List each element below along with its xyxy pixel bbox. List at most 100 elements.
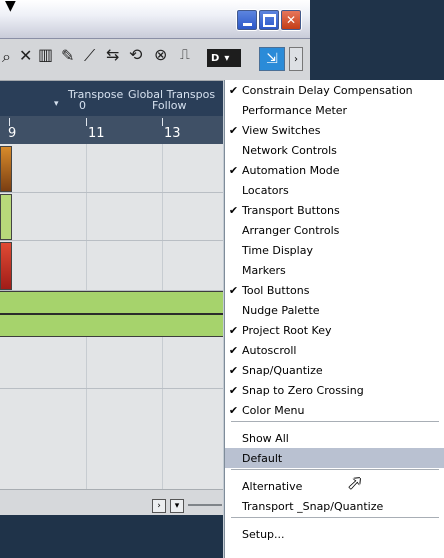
chevron-right-icon: ›: [157, 501, 161, 511]
scroll-right-button[interactable]: ›: [152, 499, 166, 513]
menu-item[interactable]: Default: [225, 448, 444, 468]
quantize-dropdown[interactable]: D ▾: [207, 49, 241, 67]
menu-item[interactable]: ✔ Constrain Delay Compensation: [225, 80, 444, 100]
transpose-dropdown-icon[interactable]: ▾: [54, 99, 59, 109]
menu-item[interactable]: ✔ Autoscroll: [225, 340, 444, 360]
erase-tool-icon[interactable]: ✕: [19, 46, 32, 65]
menu-item[interactable]: Setup...: [225, 524, 444, 544]
menu-item[interactable]: Performance Meter: [225, 100, 444, 120]
menu-item-label: Locators: [242, 183, 289, 197]
checkmark-icon: ✔: [228, 123, 239, 137]
menu-item[interactable]: Network Controls: [225, 140, 444, 160]
ruler-tick: [86, 118, 87, 126]
menu-item[interactable]: Transport _Snap/Quantize: [225, 496, 444, 516]
menu-item[interactable]: ✔ View Switches: [225, 120, 444, 140]
snap-to-grid-icon: ⇲: [266, 51, 278, 67]
mouse-cursor-icon: ➚: [347, 472, 363, 494]
checkmark-icon: ✔: [228, 383, 239, 397]
checkmark-icon: ✔: [228, 403, 239, 417]
menu-item-label: Network Controls: [242, 143, 337, 157]
snap-to-grid-button[interactable]: ⇲: [259, 47, 285, 71]
pointer-arrow-icon: ▼: [5, 0, 16, 14]
ruler-bar-11: 11: [88, 126, 105, 141]
menu-item[interactable]: ✔ Snap/Quantize: [225, 360, 444, 380]
menu-item-label: View Switches: [242, 123, 321, 137]
dropdown-arrow-icon: ▾: [224, 52, 230, 64]
menu-item[interactable]: ✔ Transport Buttons: [225, 200, 444, 220]
menu-item[interactable]: ✔ Tool Buttons: [225, 280, 444, 300]
chevron-down-icon: ▾: [174, 501, 180, 511]
menu-item[interactable]: Alternative: [225, 476, 444, 496]
menu-item[interactable]: ✔ Snap to Zero Crossing: [225, 380, 444, 400]
minimize-icon: [242, 22, 252, 26]
menu-item-label: Markers: [242, 263, 286, 277]
menu-item[interactable]: Nudge Palette: [225, 300, 444, 320]
menu-item[interactable]: Arranger Controls: [225, 220, 444, 240]
toolbar-overflow-button[interactable]: ›: [289, 47, 303, 71]
menu-item[interactable]: Locators: [225, 180, 444, 200]
global-transpose-value[interactable]: Follow: [152, 99, 187, 112]
magnifier-tool-icon[interactable]: ⌕: [2, 47, 11, 67]
snap-tool-icon[interactable]: ⊗: [154, 45, 167, 64]
menu-item-label: Show All: [242, 431, 289, 445]
menu-separator: [231, 469, 439, 470]
menu-item-label: Transport _Snap/Quantize: [242, 499, 384, 513]
menu-item-label: Automation Mode: [242, 163, 340, 177]
zoom-slider[interactable]: [188, 504, 222, 506]
minimize-button[interactable]: [236, 9, 258, 31]
menu-item-label: Snap/Quantize: [242, 363, 323, 377]
checkmark-icon: ✔: [228, 283, 239, 297]
maximize-icon: [262, 13, 276, 27]
menu-item-label: Time Display: [242, 243, 313, 257]
close-button[interactable]: ✕: [280, 9, 302, 31]
menu-item-label: Nudge Palette: [242, 303, 320, 317]
menu-item-label: Setup...: [242, 527, 285, 541]
menu-item-label: Autoscroll: [242, 343, 297, 357]
menu-separator: [231, 517, 439, 518]
menu-item[interactable]: Markers: [225, 260, 444, 280]
menu-item-label: Arranger Controls: [242, 223, 340, 237]
menu-item-label: Project Root Key: [242, 323, 332, 337]
maximize-button[interactable]: [258, 9, 280, 31]
menu-item-label: Alternative: [242, 479, 303, 493]
ruler-tick: [162, 118, 163, 126]
menu-item[interactable]: Show All: [225, 428, 444, 448]
checkmark-icon: ✔: [228, 163, 239, 177]
transpose-value[interactable]: 0: [79, 99, 86, 112]
mute-tool-icon[interactable]: ⇆: [106, 45, 119, 64]
checkmark-icon: ✔: [228, 83, 239, 97]
menu-item-label: Constrain Delay Compensation: [242, 83, 413, 97]
timewarp-tool-icon[interactable]: ⟲: [129, 45, 142, 64]
ruler-bar-9: 9: [8, 126, 17, 141]
pencil-tool-icon[interactable]: ✎: [61, 46, 74, 65]
line-tool-icon[interactable]: ⟋: [84, 46, 95, 66]
menu-item-label: Default: [242, 451, 283, 465]
chevron-right-icon: ›: [294, 53, 298, 65]
menu-item[interactable]: ✔ Project Root Key: [225, 320, 444, 340]
ruler-bar-13: 13: [164, 126, 181, 141]
split-tool-icon[interactable]: ▥: [38, 45, 53, 64]
audio-event[interactable]: [0, 146, 12, 192]
menu-item-label: Performance Meter: [242, 103, 348, 117]
menu-item[interactable]: ✔ Color Menu: [225, 400, 444, 420]
close-icon: ✕: [285, 13, 297, 27]
menu-separator: [231, 421, 439, 422]
menu-item[interactable]: Time Display: [225, 240, 444, 260]
transpose-label: Transpose: [68, 88, 124, 101]
menu-item-label: Tool Buttons: [242, 283, 310, 297]
menu-item-label: Color Menu: [242, 403, 305, 417]
toolbar-context-menu: ✔ Constrain Delay Compensation Performance…: [224, 80, 444, 558]
menu-item-label: Transport Buttons: [242, 203, 340, 217]
menu-item[interactable]: ✔ Automation Mode: [225, 160, 444, 180]
menu-item-label: Snap to Zero Crossing: [242, 383, 364, 397]
checkmark-icon: ✔: [228, 203, 239, 217]
zoom-dropdown-button[interactable]: ▾: [170, 499, 184, 513]
zero-crossing-icon[interactable]: ⎍: [180, 47, 190, 63]
checkmark-icon: ✔: [228, 363, 239, 377]
checkmark-icon: ✔: [228, 343, 239, 357]
audio-event[interactable]: [0, 194, 12, 240]
checkmark-icon: ✔: [228, 323, 239, 337]
quantize-dropdown-value: D: [211, 52, 220, 64]
ruler-tick: [9, 118, 10, 126]
audio-event[interactable]: [0, 242, 12, 290]
